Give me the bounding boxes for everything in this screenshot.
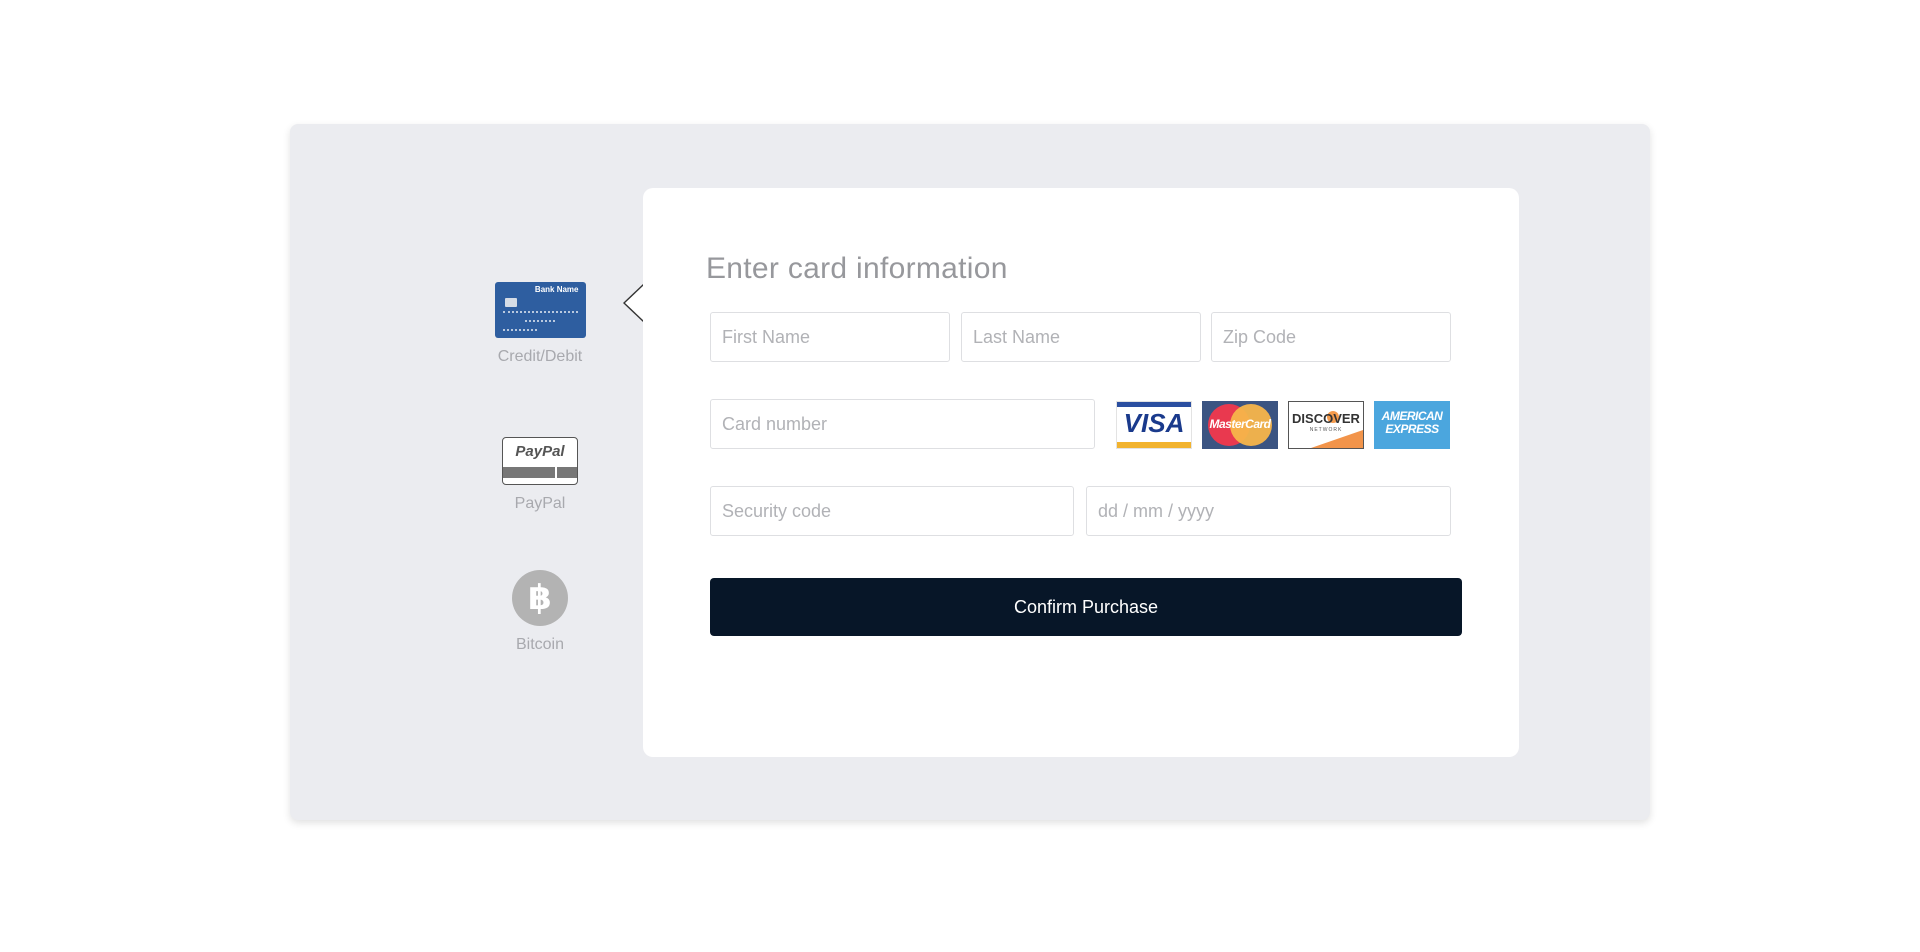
payment-method-credit-debit[interactable]: Bank Name Credit/Debit <box>440 282 640 366</box>
card-bank-name: Bank Name <box>534 285 579 294</box>
payment-method-paypal[interactable]: PayPal PayPal <box>440 437 640 513</box>
credit-card-icon: Bank Name <box>494 282 586 338</box>
first-name-input[interactable] <box>710 312 950 362</box>
confirm-purchase-button[interactable]: Confirm Purchase <box>710 578 1462 636</box>
last-name-input[interactable] <box>961 312 1201 362</box>
selected-method-pointer <box>623 284 644 322</box>
paypal-logo-text: PayPal <box>515 443 565 460</box>
amex-logo-icon: AMERICAN EXPRESS <box>1374 401 1450 449</box>
visa-logo-text: VISA <box>1123 408 1185 438</box>
mastercard-logo-text: MasterCard <box>1209 417 1271 431</box>
expiry-date-input[interactable] <box>1086 486 1451 536</box>
payment-method-label: Credit/Debit <box>497 348 583 365</box>
discover-logo-icon: DISCOVER NETWORK <box>1288 401 1364 449</box>
amex-logo-line1: AMERICAN <box>1381 409 1443 423</box>
discover-logo-text: DISCOVER <box>1292 411 1360 426</box>
visa-logo-icon: VISA <box>1116 401 1192 449</box>
payment-panel: Bank Name Credit/Debit PayPal PayPal ฿ B… <box>290 124 1650 820</box>
security-code-input[interactable] <box>710 486 1074 536</box>
card-brand-logos: VISA MasterCard DISCOVER NETWORK AMERICA… <box>1116 401 1456 449</box>
form-title: Enter card information <box>706 252 1008 285</box>
paypal-icon: PayPal <box>502 437 578 485</box>
payment-method-list: Bank Name Credit/Debit PayPal PayPal ฿ B… <box>440 124 640 820</box>
mastercard-logo-icon: MasterCard <box>1202 401 1278 449</box>
zip-code-input[interactable] <box>1211 312 1451 362</box>
amex-logo-line2: EXPRESS <box>1385 422 1439 436</box>
card-form: Enter card information VISA MasterCard D… <box>643 188 1519 757</box>
payment-method-label: Bitcoin <box>515 636 565 653</box>
payment-method-bitcoin[interactable]: ฿ Bitcoin <box>440 570 640 654</box>
card-number-input[interactable] <box>710 399 1095 449</box>
payment-method-label: PayPal <box>514 495 566 512</box>
bitcoin-icon: ฿ <box>512 570 568 626</box>
discover-logo-subtext: NETWORK <box>1309 427 1343 433</box>
